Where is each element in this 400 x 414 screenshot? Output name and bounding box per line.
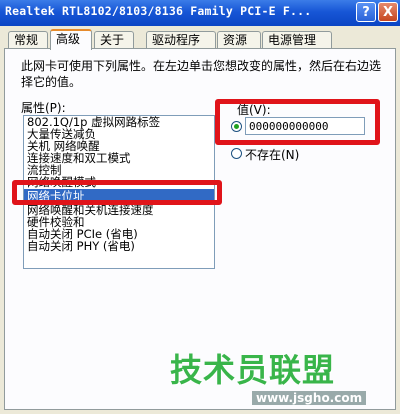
tab-advanced[interactable]: 高级 <box>50 29 92 50</box>
watermark-text: 技术员联盟 <box>170 351 336 389</box>
watermark-url: www.jsgho.com <box>252 391 367 405</box>
tab-resources[interactable]: 资源 <box>217 31 261 49</box>
tab-power-management[interactable]: 电源管理 <box>262 31 332 49</box>
title-bar[interactable]: Realtek RTL8102/8103/8136 Family PCI-E F… <box>0 0 400 26</box>
property-label: 属性(P): <box>21 101 66 115</box>
value-highlight-box <box>215 99 380 145</box>
not-present-label: 不存在(N) <box>245 148 300 162</box>
window-title: Realtek RTL8102/8103/8136 Family PCI-E F… <box>5 4 312 18</box>
list-item[interactable]: 自动关闭 PHY (省电) <box>24 240 214 252</box>
tab-general[interactable]: 常规 <box>8 31 48 49</box>
not-present-radio[interactable] <box>231 148 242 159</box>
help-button[interactable]: ? <box>356 2 376 22</box>
close-button[interactable]: X <box>378 2 398 22</box>
tab-driver[interactable]: 驱动程序 <box>146 31 216 49</box>
tab-about[interactable]: 关于 <box>94 31 134 49</box>
watermark: 技术员联盟 www.jsgho.com <box>170 345 395 411</box>
selection-highlight-box <box>12 180 222 205</box>
description-text: 此网卡可使用下列属性。在左边单击您想改变的属性，然后在右边选择它的值。 <box>21 59 382 89</box>
tab-strip: 常规 高级 关于 驱动程序 资源 电源管理 <box>4 29 396 50</box>
